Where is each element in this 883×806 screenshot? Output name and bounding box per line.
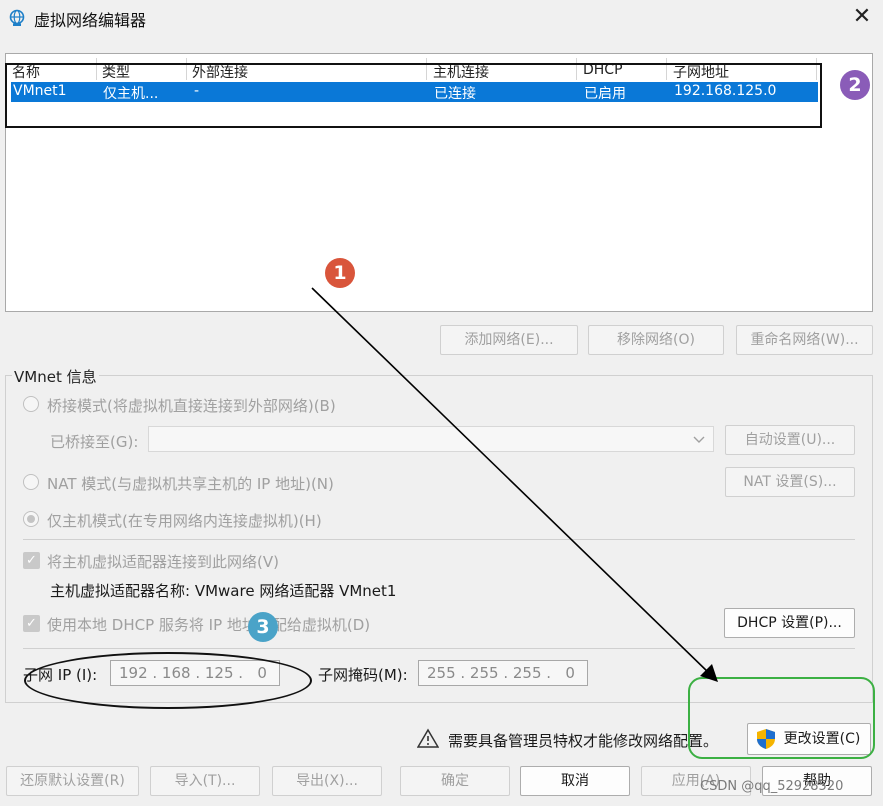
nat-mode-label: NAT 模式(与虚拟机共享主机的 IP 地址)(N) (47, 475, 334, 493)
rename-network-button[interactable]: 重命名网络(W)... (736, 325, 873, 355)
remove-network-button[interactable]: 移除网络(O) (588, 325, 724, 355)
annotation-box-change-settings (688, 677, 875, 759)
nat-mode-radio[interactable] (23, 474, 39, 490)
dhcp-settings-button[interactable]: DHCP 设置(P)... (724, 608, 855, 638)
connect-adapter-label: 将主机虚拟适配器连接到此网络(V) (47, 553, 279, 571)
chevron-down-icon (693, 436, 705, 443)
cancel-button[interactable]: 取消 (520, 766, 630, 796)
subnet-mask-label: 子网掩码(M): (318, 666, 408, 684)
divider (23, 648, 855, 649)
bridged-mode-radio[interactable] (23, 396, 39, 412)
annotation-box-table (5, 63, 822, 128)
network-globe-icon (9, 9, 25, 26)
title-bar: 虚拟网络编辑器 ✕ (0, 0, 883, 36)
close-button[interactable]: ✕ (846, 3, 878, 31)
add-network-button[interactable]: 添加网络(E)... (440, 325, 578, 355)
nat-settings-button[interactable]: NAT 设置(S)... (725, 467, 855, 497)
bridged-to-select[interactable] (148, 426, 714, 452)
vmnet-info-label: VMnet 信息 (12, 366, 99, 387)
use-dhcp-label: 使用本地 DHCP 服务将 IP 地址分配给虚拟机(D) (47, 616, 371, 634)
auto-settings-button[interactable]: 自动设置(U)... (725, 425, 855, 455)
admin-notice-text: 需要具备管理员特权才能修改网络配置。 (448, 732, 719, 750)
connect-adapter-checkbox[interactable]: ✓ (23, 552, 40, 569)
annotation-badge-3: 3 (248, 612, 278, 642)
watermark: CSDN @qq_52928520 (700, 779, 844, 794)
bridged-to-label: 已桥接至(G): (50, 433, 139, 451)
export-button[interactable]: 导出(X)... (272, 766, 382, 796)
host-only-mode-radio[interactable] (23, 511, 39, 527)
bridged-mode-label: 桥接模式(将虚拟机直接连接到外部网络)(B) (47, 397, 336, 415)
annotation-badge-1: 1 (325, 258, 355, 288)
restore-defaults-button[interactable]: 还原默认设置(R) (6, 766, 139, 796)
annotation-ellipse-subnet (24, 652, 312, 709)
adapter-name-text: 主机虚拟适配器名称: VMware 网络适配器 VMnet1 (50, 582, 397, 600)
use-dhcp-checkbox[interactable]: ✓ (23, 615, 40, 632)
annotation-badge-2: 2 (840, 70, 870, 100)
ok-button[interactable]: 确定 (400, 766, 510, 796)
window-title: 虚拟网络编辑器 (34, 11, 147, 30)
subnet-mask-field[interactable]: 255 . 255 . 255 . 0 (418, 660, 588, 686)
host-only-mode-label: 仅主机模式(在专用网络内连接虚拟机)(H) (47, 512, 322, 530)
warning-icon (417, 728, 439, 748)
import-button[interactable]: 导入(T)... (150, 766, 260, 796)
divider (23, 539, 855, 540)
